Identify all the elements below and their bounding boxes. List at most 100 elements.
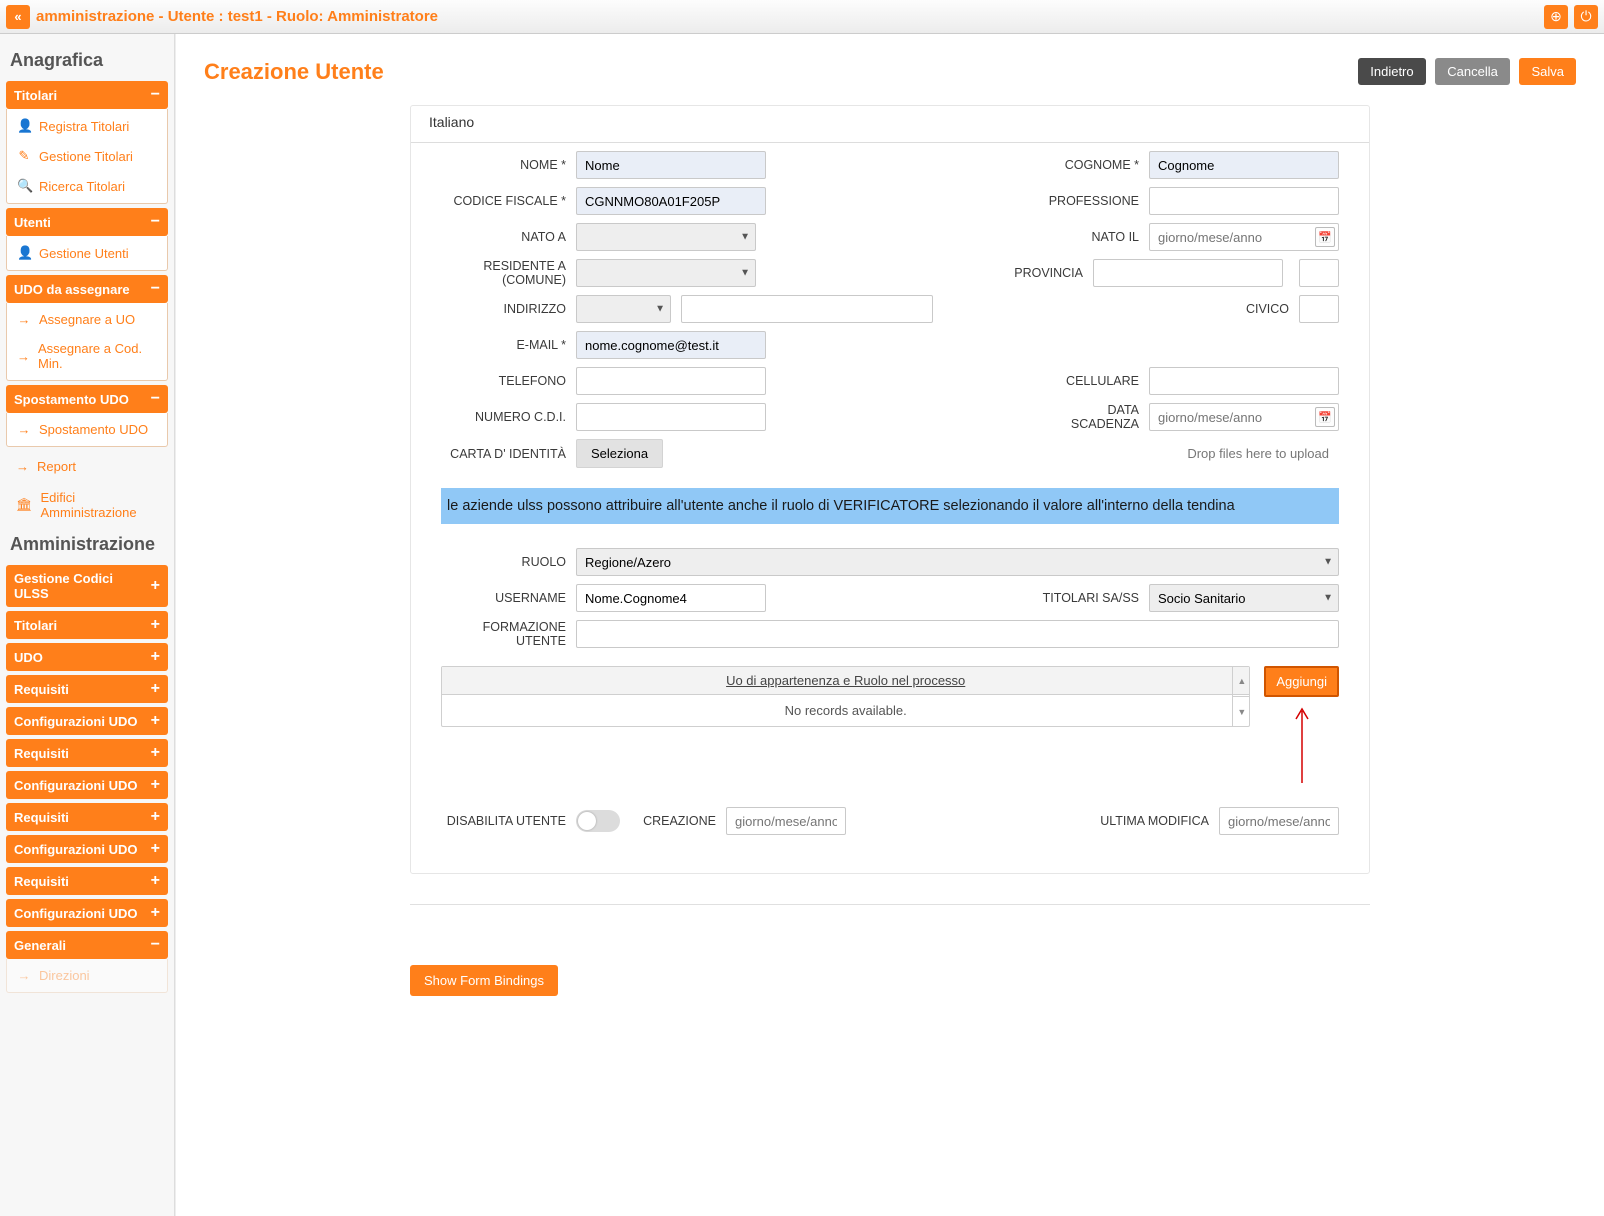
sidebar-item-registra-titolari[interactable]: 👤Registra Titolari	[7, 111, 167, 141]
building-icon: 🏛	[16, 497, 33, 513]
accordion-requisiti-4[interactable]: Requisiti+	[6, 867, 168, 895]
accordion-titolari[interactable]: Titolari−	[6, 81, 168, 109]
file-select-button[interactable]: Seleziona	[576, 439, 663, 468]
label-ultima-modifica: ULTIMA MODIFICA	[1089, 814, 1209, 828]
label-provincia: PROVINCIA	[983, 266, 1083, 280]
provincia-code-input[interactable]	[1299, 259, 1339, 287]
power-icon[interactable]: ⏻	[1574, 5, 1598, 29]
accordion-udo-assegnare[interactable]: UDO da assegnare−	[6, 275, 168, 303]
plus-icon: +	[151, 809, 160, 825]
label-cognome: COGNOME *	[1039, 158, 1139, 172]
disabilita-toggle[interactable]	[576, 810, 620, 832]
residente-select[interactable]	[576, 259, 756, 287]
accordion-config-udo-2[interactable]: Configurazioni UDO+	[6, 771, 168, 799]
plus-icon: +	[151, 745, 160, 761]
sidebar-item-gestione-utenti[interactable]: 👤Gestione Utenti	[7, 238, 167, 268]
accordion-spostamento-udo[interactable]: Spostamento UDO−	[6, 385, 168, 413]
sidebar-item-spostamento-udo[interactable]: →Spostamento UDO	[7, 415, 167, 444]
label-telefono: TELEFONO	[441, 374, 566, 388]
accordion-utenti[interactable]: Utenti−	[6, 208, 168, 236]
accordion-requisiti-3[interactable]: Requisiti+	[6, 803, 168, 831]
titolari-sass-select[interactable]	[1149, 584, 1339, 612]
subtable-header[interactable]: Uo di appartenenza e Ruolo nel processo	[442, 667, 1249, 695]
label-cf: CODICE FISCALE *	[441, 194, 566, 208]
username-input[interactable]	[576, 584, 766, 612]
cellulare-input[interactable]	[1149, 367, 1339, 395]
globe-icon[interactable]: ⊕	[1544, 5, 1568, 29]
accordion-requisiti-1[interactable]: Requisiti+	[6, 675, 168, 703]
label-username: USERNAME	[441, 591, 566, 605]
aggiungi-button[interactable]: Aggiungi	[1264, 666, 1339, 697]
search-icon: 🔍	[17, 178, 31, 194]
civico-input[interactable]	[1299, 295, 1339, 323]
data-scadenza-input[interactable]	[1149, 403, 1339, 431]
show-bindings-button[interactable]: Show Form Bindings	[410, 965, 558, 996]
label-data-scadenza: DATA SCADENZA	[1039, 403, 1139, 431]
user-icon: 👤	[17, 245, 31, 261]
sidebar-item-assegnare-codmin[interactable]: →Assegnare a Cod. Min.	[7, 334, 167, 378]
label-titolari-sass: TITOLARI SA/SS	[1039, 591, 1139, 605]
creazione-input[interactable]	[726, 807, 846, 835]
cognome-input[interactable]	[1149, 151, 1339, 179]
label-civico: CIVICO	[1229, 302, 1289, 316]
cancel-button[interactable]: Cancella	[1435, 58, 1510, 85]
cf-input[interactable]	[576, 187, 766, 215]
accordion-gestione-codici-ulss[interactable]: Gestione Codici ULSS+	[6, 565, 168, 607]
arrow-right-icon: →	[17, 312, 31, 327]
label-carta-identita: CARTA D' IDENTITÀ	[441, 447, 566, 461]
sidebar-collapse-button[interactable]: «	[6, 5, 30, 29]
label-indirizzo: INDIRIZZO	[441, 302, 566, 316]
indirizzo-input[interactable]	[681, 295, 933, 323]
ruolo-select[interactable]	[576, 548, 1339, 576]
edit-icon: ✎	[17, 148, 31, 164]
plus-icon: +	[151, 649, 160, 665]
tab-italiano[interactable]: Italiano	[429, 114, 474, 134]
back-button[interactable]: Indietro	[1358, 58, 1425, 85]
chevron-down-icon[interactable]: ▼	[1233, 697, 1250, 727]
file-dropzone[interactable]: Drop files here to upload	[677, 440, 1339, 467]
plus-icon: +	[151, 841, 160, 857]
provincia-input[interactable]	[1093, 259, 1283, 287]
telefono-input[interactable]	[576, 367, 766, 395]
sidebar-item-direzioni[interactable]: →Direzioni	[7, 961, 167, 990]
plus-icon: +	[151, 617, 160, 633]
sidebar-item-assegnare-uo[interactable]: →Assegnare a UO	[7, 305, 167, 334]
nato-il-input[interactable]	[1149, 223, 1339, 251]
accordion-config-udo-4[interactable]: Configurazioni UDO+	[6, 899, 168, 927]
calendar-icon[interactable]: 📅	[1315, 407, 1335, 427]
label-creazione: CREAZIONE	[636, 814, 716, 828]
email-input[interactable]	[576, 331, 766, 359]
formazione-input[interactable]	[576, 620, 1339, 648]
sidebar-link-report[interactable]: →Report	[6, 451, 168, 482]
accordion-config-udo-1[interactable]: Configurazioni UDO+	[6, 707, 168, 735]
accordion-generali[interactable]: Generali−	[6, 931, 168, 959]
indirizzo-type-select[interactable]	[576, 295, 671, 323]
label-numero-cdi: NUMERO C.D.I.	[441, 410, 566, 424]
subtable-scroll[interactable]: ▲▼	[1232, 666, 1250, 727]
calendar-icon[interactable]: 📅	[1315, 227, 1335, 247]
accordion-udo[interactable]: UDO+	[6, 643, 168, 671]
save-button[interactable]: Salva	[1519, 58, 1576, 85]
label-disabilita: DISABILITA UTENTE	[441, 814, 566, 828]
minus-icon: −	[151, 281, 160, 297]
sidebar-item-ricerca-titolari[interactable]: 🔍Ricerca Titolari	[7, 171, 167, 201]
nome-input[interactable]	[576, 151, 766, 179]
nato-a-select[interactable]	[576, 223, 756, 251]
plus-icon: +	[151, 873, 160, 889]
uo-subtable: Uo di appartenenza e Ruolo nel processo …	[441, 666, 1250, 727]
sidebar-section-amministrazione: Amministrazione	[10, 534, 164, 555]
arrow-indicator-icon	[1292, 703, 1312, 783]
sidebar: Anagrafica Titolari− 👤Registra Titolari …	[0, 34, 175, 1216]
sidebar-item-gestione-titolari[interactable]: ✎Gestione Titolari	[7, 141, 167, 171]
numero-cdi-input[interactable]	[576, 403, 766, 431]
chevron-up-icon[interactable]: ▲	[1233, 666, 1250, 697]
label-residente: RESIDENTE A (COMUNE)	[441, 259, 566, 287]
sidebar-link-edifici[interactable]: 🏛Edifici Amministrazione	[6, 482, 168, 528]
professione-input[interactable]	[1149, 187, 1339, 215]
plus-icon: +	[151, 905, 160, 921]
accordion-requisiti-2[interactable]: Requisiti+	[6, 739, 168, 767]
accordion-config-udo-3[interactable]: Configurazioni UDO+	[6, 835, 168, 863]
ultima-modifica-input[interactable]	[1219, 807, 1339, 835]
user-plus-icon: 👤	[17, 118, 31, 134]
accordion-titolari-admin[interactable]: Titolari+	[6, 611, 168, 639]
